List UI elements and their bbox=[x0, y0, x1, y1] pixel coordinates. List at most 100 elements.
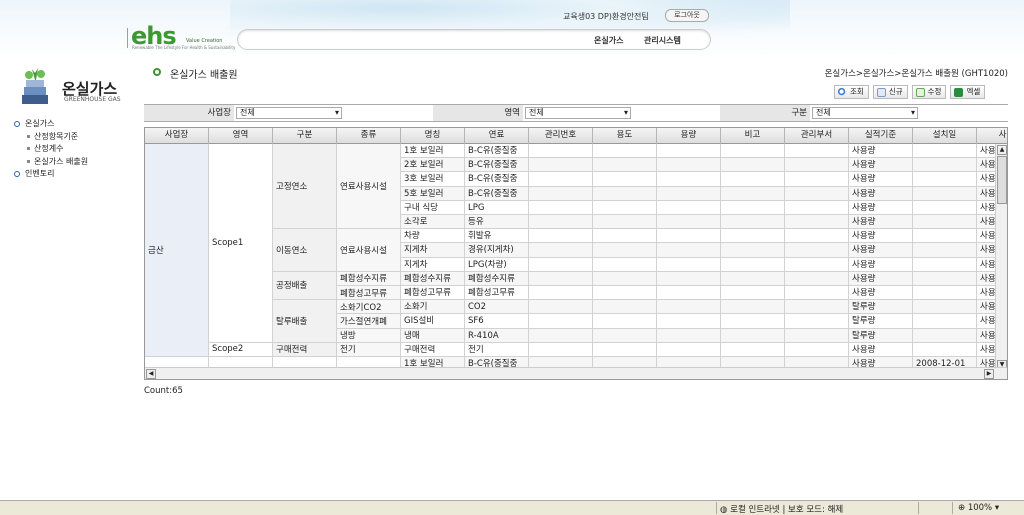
empty-cell[interactable] bbox=[593, 243, 657, 258]
install-date-cell[interactable] bbox=[913, 200, 977, 215]
install-date-cell[interactable] bbox=[913, 286, 977, 301]
kind-cell[interactable]: 소화기CO2 bbox=[337, 300, 401, 315]
fuel-cell[interactable]: B-C유(중질중 bbox=[465, 172, 529, 187]
install-date-cell[interactable] bbox=[913, 314, 977, 329]
empty-cell[interactable] bbox=[657, 186, 721, 201]
scroll-right-icon[interactable]: ▶ bbox=[984, 369, 994, 379]
basis-cell[interactable]: 탈루량 bbox=[849, 300, 913, 315]
basis-cell[interactable]: 사용량 bbox=[849, 200, 913, 215]
fuel-cell[interactable]: 휘발유 bbox=[465, 229, 529, 244]
empty-cell[interactable] bbox=[785, 328, 849, 343]
install-date-cell[interactable] bbox=[913, 328, 977, 343]
kind-cell[interactable]: 폐합성수지류 bbox=[337, 271, 401, 286]
empty-cell[interactable] bbox=[721, 186, 785, 201]
empty-cell[interactable] bbox=[593, 200, 657, 215]
name-cell[interactable]: 폐합성수지류 bbox=[401, 271, 465, 286]
type-select[interactable]: 전체 bbox=[812, 107, 918, 119]
basis-cell[interactable]: 탈루량 bbox=[849, 328, 913, 343]
empty-cell[interactable] bbox=[529, 172, 593, 187]
empty-cell[interactable] bbox=[721, 229, 785, 244]
fuel-cell[interactable]: LPG bbox=[465, 200, 529, 215]
name-cell[interactable]: 3호 보일러 bbox=[401, 172, 465, 187]
empty-cell[interactable] bbox=[529, 342, 593, 357]
group-cell[interactable]: 고정연소 bbox=[273, 144, 337, 230]
sidebar-item-ghg[interactable]: 온실가스 bbox=[14, 118, 88, 131]
sidebar-item-calc-factor[interactable]: 산정계수 bbox=[14, 143, 88, 156]
empty-cell[interactable] bbox=[721, 300, 785, 315]
empty-cell[interactable] bbox=[593, 144, 657, 159]
empty-cell[interactable] bbox=[785, 314, 849, 329]
empty-cell[interactable] bbox=[529, 300, 593, 315]
fuel-cell[interactable]: B-C유(중질중 bbox=[465, 144, 529, 159]
empty-cell[interactable] bbox=[785, 215, 849, 230]
group-cell[interactable]: 구매전력 bbox=[273, 342, 337, 357]
empty-cell[interactable] bbox=[529, 229, 593, 244]
empty-cell[interactable] bbox=[657, 243, 721, 258]
install-date-cell[interactable] bbox=[913, 229, 977, 244]
basis-cell[interactable]: 사용량 bbox=[849, 158, 913, 173]
empty-cell[interactable] bbox=[593, 158, 657, 173]
empty-cell[interactable] bbox=[657, 172, 721, 187]
column-header[interactable]: 비고 bbox=[721, 128, 785, 144]
column-header[interactable]: 명칭 bbox=[401, 128, 465, 144]
name-cell[interactable]: 차량 bbox=[401, 229, 465, 244]
basis-cell[interactable]: 사용량 bbox=[849, 342, 913, 357]
empty-cell[interactable] bbox=[593, 286, 657, 301]
empty-cell[interactable] bbox=[529, 158, 593, 173]
empty-cell[interactable] bbox=[593, 215, 657, 230]
empty-cell[interactable] bbox=[529, 314, 593, 329]
scope-cell[interactable]: Scope1 bbox=[209, 144, 273, 343]
horizontal-scrollbar[interactable]: ◀ ▶ bbox=[145, 367, 1007, 379]
column-header[interactable]: 설치일 bbox=[913, 128, 977, 144]
column-header[interactable]: 실적기준 bbox=[849, 128, 913, 144]
empty-cell[interactable] bbox=[529, 200, 593, 215]
basis-cell[interactable]: 탈루량 bbox=[849, 314, 913, 329]
sidebar-item-calc-criteria[interactable]: 산정항목기준 bbox=[14, 131, 88, 144]
basis-cell[interactable]: 사용량 bbox=[849, 215, 913, 230]
empty-cell[interactable] bbox=[785, 342, 849, 357]
fuel-cell[interactable]: 등유 bbox=[465, 215, 529, 230]
empty-cell[interactable] bbox=[721, 144, 785, 159]
empty-cell[interactable] bbox=[785, 200, 849, 215]
name-cell[interactable]: 냉매 bbox=[401, 328, 465, 343]
empty-cell[interactable] bbox=[657, 300, 721, 315]
kind-cell[interactable]: 연료사용시설 bbox=[337, 229, 401, 272]
install-date-cell[interactable] bbox=[913, 186, 977, 201]
name-cell[interactable]: 폐합성고무류 bbox=[401, 286, 465, 301]
site-cell[interactable]: 금산 bbox=[145, 144, 209, 357]
fuel-cell[interactable]: CO2 bbox=[465, 300, 529, 315]
name-cell[interactable]: 2호 보일러 bbox=[401, 158, 465, 173]
empty-cell[interactable] bbox=[721, 342, 785, 357]
basis-cell[interactable]: 사용량 bbox=[849, 243, 913, 258]
name-cell[interactable]: 5호 보일러 bbox=[401, 186, 465, 201]
sidebar-item-emission-source[interactable]: 온실가스 배출원 bbox=[14, 156, 88, 169]
name-cell[interactable]: 지게차 bbox=[401, 257, 465, 272]
edit-button[interactable]: 수정 bbox=[911, 85, 947, 99]
empty-cell[interactable] bbox=[593, 342, 657, 357]
empty-cell[interactable] bbox=[657, 314, 721, 329]
empty-cell[interactable] bbox=[529, 186, 593, 201]
empty-cell[interactable] bbox=[593, 257, 657, 272]
empty-cell[interactable] bbox=[721, 243, 785, 258]
empty-cell[interactable] bbox=[657, 229, 721, 244]
empty-cell[interactable] bbox=[785, 172, 849, 187]
scope-cell[interactable]: Scope2 bbox=[209, 342, 273, 357]
empty-cell[interactable] bbox=[657, 286, 721, 301]
scroll-left-icon[interactable]: ◀ bbox=[146, 369, 156, 379]
scroll-thumb[interactable] bbox=[997, 156, 1007, 204]
kind-cell[interactable]: 연료사용시설 bbox=[337, 144, 401, 230]
basis-cell[interactable]: 사용량 bbox=[849, 172, 913, 187]
area-select[interactable]: 전체 bbox=[525, 107, 631, 119]
basis-cell[interactable]: 사용량 bbox=[849, 186, 913, 201]
name-cell[interactable]: 구매전력 bbox=[401, 342, 465, 357]
kind-cell[interactable]: 폐합성고무류 bbox=[337, 286, 401, 301]
group-cell[interactable]: 이동연소 bbox=[273, 229, 337, 272]
fuel-cell[interactable]: R-410A bbox=[465, 328, 529, 343]
empty-cell[interactable] bbox=[529, 257, 593, 272]
empty-cell[interactable] bbox=[657, 328, 721, 343]
install-date-cell[interactable] bbox=[913, 158, 977, 173]
empty-cell[interactable] bbox=[657, 144, 721, 159]
name-cell[interactable]: 소화기 bbox=[401, 300, 465, 315]
fuel-cell[interactable]: 전기 bbox=[465, 342, 529, 357]
fuel-cell[interactable]: SF6 bbox=[465, 314, 529, 329]
